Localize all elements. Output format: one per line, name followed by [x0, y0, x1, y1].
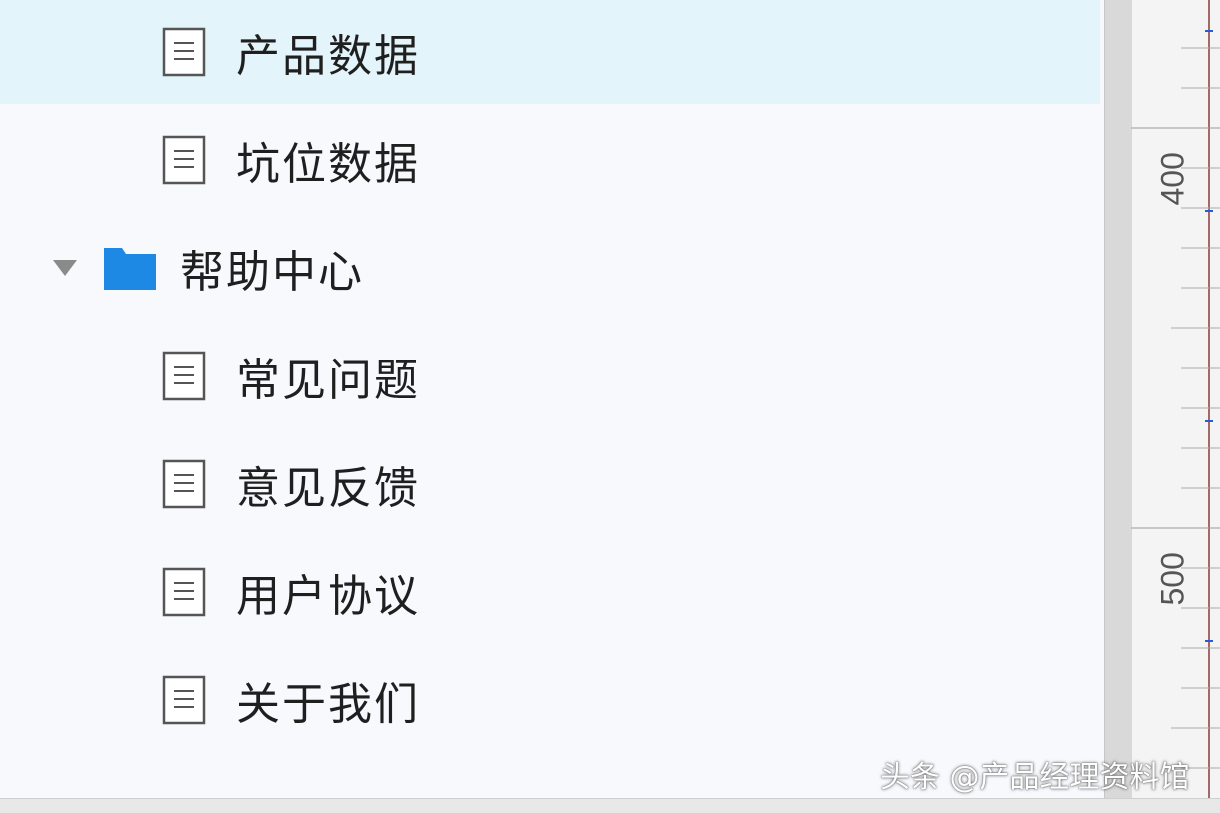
page-icon	[162, 135, 206, 185]
tree-item-label: 坑位数据	[236, 139, 420, 190]
tree-folder-label: 帮助中心	[180, 247, 364, 298]
tree-item-about-us[interactable]: 关于我们	[0, 648, 1100, 752]
tree-item-feedback[interactable]: 意见反馈	[0, 432, 1100, 536]
vertical-ruler	[1131, 0, 1220, 800]
page-icon	[162, 351, 206, 401]
page-icon	[162, 459, 206, 509]
tree-item-label: 用户协议	[236, 571, 420, 622]
expand-triangle-icon[interactable]	[52, 258, 78, 278]
page-icon	[162, 27, 206, 77]
ruler-label-500: 500	[1154, 552, 1191, 606]
ruler-ticks	[1131, 0, 1220, 800]
tree-item-label: 产品数据	[236, 31, 420, 82]
page-icon	[162, 675, 206, 725]
folder-icon	[104, 248, 156, 290]
tree-item-label: 常见问题	[236, 355, 420, 406]
page-tree-panel: 产品数据 坑位数据 帮助中心 常见问题 意见反馈 用户协议 关于我们	[0, 0, 1100, 812]
tree-item-faq[interactable]: 常见问题	[0, 324, 1100, 428]
tree-item-label: 意见反馈	[236, 463, 420, 514]
ruler-label-400: 400	[1154, 152, 1191, 206]
tree-folder-help-center[interactable]: 帮助中心	[0, 216, 1100, 320]
tree-item-slot-data[interactable]: 坑位数据	[0, 108, 1100, 212]
tree-item-label: 关于我们	[236, 679, 420, 730]
watermark-text: 头条 @产品经理资料馆	[880, 760, 1190, 795]
page-icon	[162, 567, 206, 617]
vertical-scrollbar[interactable]	[1104, 0, 1131, 798]
tree-item-product-data[interactable]: 产品数据	[0, 0, 1100, 104]
horizontal-scrollbar[interactable]	[0, 798, 1220, 813]
tree-item-user-agreement[interactable]: 用户协议	[0, 540, 1100, 644]
